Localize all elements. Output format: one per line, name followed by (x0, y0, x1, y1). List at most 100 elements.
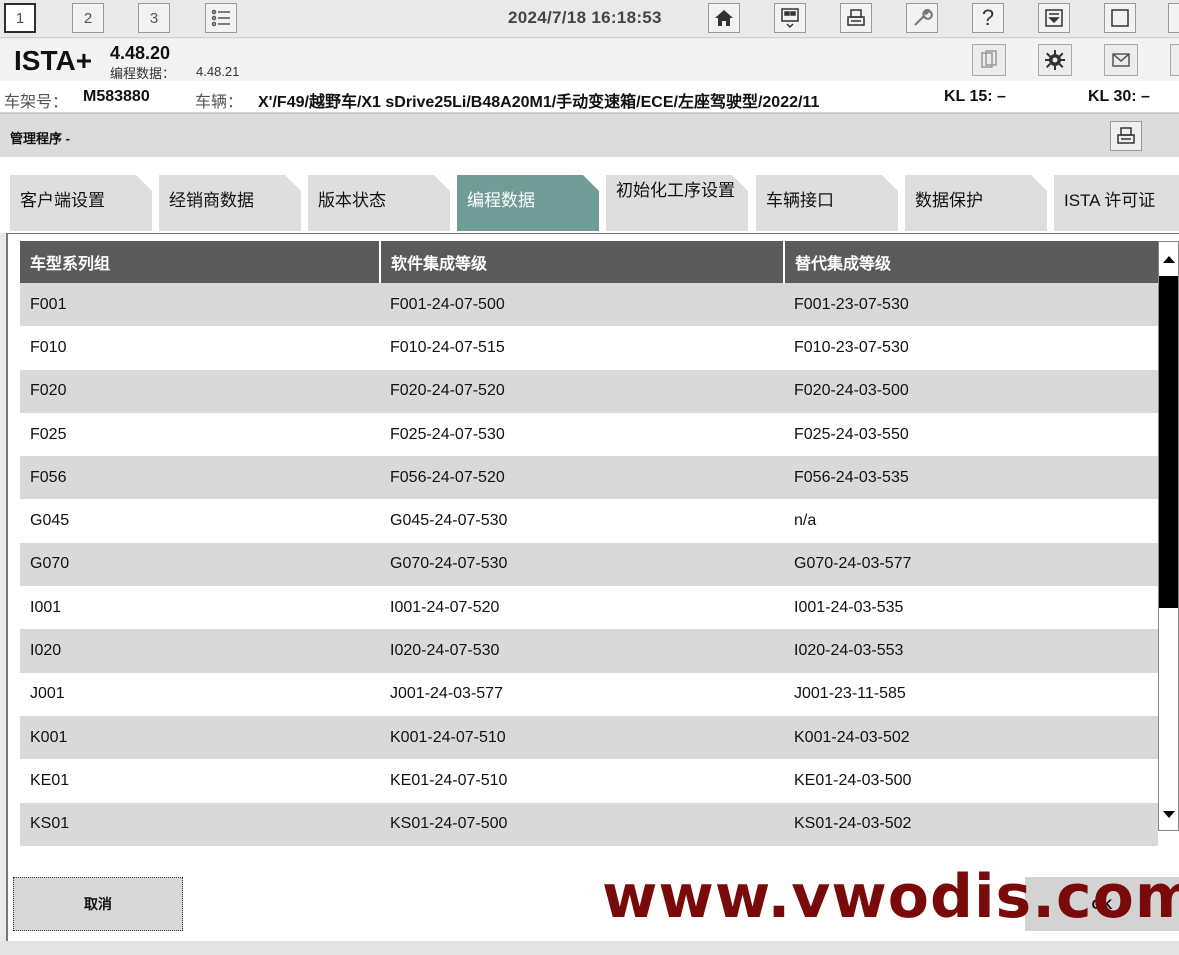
window-2-button[interactable]: 2 (72, 3, 104, 33)
cell-software-level: I020-24-07-530 (380, 629, 784, 673)
cell-series-group: KS01 (20, 802, 380, 846)
cell-replacement-level: G070-24-03-577 (784, 542, 1158, 587)
datetime: 2024/7/18 16:18:53 (508, 8, 662, 27)
cell-replacement-level: KS01-24-03-502 (784, 802, 1158, 846)
maximize-button[interactable] (1104, 3, 1136, 33)
top-toolbar: 1 2 3 2024/7/18 16:18:53 ? (0, 0, 1179, 38)
cell-replacement-level: n/a (784, 499, 1158, 543)
triangle-down-icon (1162, 811, 1175, 818)
programming-data-version: 4.48.21 (196, 64, 240, 79)
window-1-button[interactable]: 1 (4, 3, 36, 33)
column-header-replacement-level[interactable]: 替代集成等级 (784, 241, 1158, 283)
vehicle-description: X'/F49/越野车/X1 sDrive25Li/B48A20M1/手动变速箱/… (258, 94, 820, 111)
table-row[interactable]: K001 K001-24-07-510 K001-24-03-502 (20, 715, 1158, 760)
kl15-status: KL 15: – (944, 88, 1006, 105)
cell-series-group: KE01 (20, 759, 380, 803)
table-row[interactable]: KS01 KS01-24-07-500 KS01-24-03-502 (20, 802, 1158, 846)
cancel-button[interactable]: 取消 (13, 877, 183, 931)
window-3-button[interactable]: 3 (138, 3, 170, 33)
table-scrollbar[interactable] (1158, 241, 1179, 831)
scroll-down-button[interactable] (1159, 800, 1178, 830)
kl30-status: KL 30: – (1088, 88, 1150, 105)
cell-series-group: I020 (20, 629, 380, 673)
table-row[interactable]: F056 F056-24-07-520 F056-24-03-535 (20, 456, 1158, 500)
cell-series-group: J001 (20, 672, 380, 716)
minimize-icon (1045, 9, 1063, 27)
window-1-label: 1 (15, 9, 25, 27)
list-icon (211, 9, 230, 27)
cell-replacement-level: KE01-24-03-500 (784, 759, 1158, 803)
tab-programming-data[interactable]: 编程数据 (457, 175, 599, 231)
cell-software-level: F001-24-07-500 (380, 283, 784, 327)
vehicle-info-icon (781, 8, 799, 29)
cell-software-level: I001-24-07-520 (380, 586, 784, 630)
table-row[interactable]: F025 F025-24-07-530 F025-24-03-550 (20, 412, 1158, 457)
cell-software-level: F056-24-07-520 (380, 456, 784, 500)
table-row[interactable]: J001 J001-24-03-577 J001-23-11-585 (20, 672, 1158, 716)
tab-initialization-settings[interactable]: 初始化工序设置 (606, 175, 748, 231)
table-row[interactable]: F020 F020-24-07-520 F020-24-03-500 (20, 369, 1158, 413)
print-top-button[interactable] (840, 3, 872, 33)
tab-client-settings[interactable]: 客户端设置 (10, 175, 152, 231)
tab-data-protection[interactable]: 数据保护 (905, 175, 1047, 231)
cell-series-group: I001 (20, 586, 380, 630)
integration-level-table: 车型系列组 软件集成等级 替代集成等级 F001 F001-24-07-500 F0… (20, 241, 1158, 846)
home-button[interactable] (708, 3, 740, 33)
cell-replacement-level: F001-23-07-530 (784, 283, 1158, 327)
close-button[interactable] (1168, 3, 1179, 33)
tab-dealer-data[interactable]: 经销商数据 (159, 175, 301, 231)
table-body: F001 F001-24-07-500 F001-23-07-530 F010 F010… (20, 283, 1158, 846)
cell-software-level: F020-24-07-520 (380, 369, 784, 413)
table-row[interactable]: G045 G045-24-07-530 n/a (20, 499, 1158, 543)
clipboard-button[interactable] (972, 44, 1006, 76)
home-icon (715, 10, 733, 26)
cell-replacement-level: K001-24-03-502 (784, 715, 1158, 760)
scroll-up-button[interactable] (1159, 242, 1178, 276)
maximize-icon (1111, 9, 1129, 27)
service-button[interactable] (906, 3, 938, 33)
cell-series-group: F001 (20, 283, 380, 327)
cell-series-group: F025 (20, 412, 380, 457)
cell-series-group: K001 (20, 715, 380, 760)
vin-value: M583880 (83, 88, 150, 105)
vehicle-label: 车辆： (195, 94, 244, 111)
app-version: 4.48.20 (110, 43, 171, 63)
programming-data-panel: 车型系列组 软件集成等级 替代集成等级 F001 F001-24-07-500 F0… (6, 233, 1179, 941)
cell-series-group: F056 (20, 456, 380, 500)
column-header-series-group[interactable]: 车型系列组 (20, 241, 381, 283)
cell-software-level: K001-24-07-510 (380, 715, 784, 760)
bottom-strip (0, 941, 1179, 955)
table-row[interactable]: F001 F001-24-07-500 F001-23-07-530 (20, 283, 1158, 327)
window-3-label: 3 (149, 9, 159, 27)
table-row[interactable]: I001 I001-24-07-520 I001-24-03-535 (20, 586, 1158, 630)
column-header-software-level[interactable]: 软件集成等级 (380, 241, 785, 283)
table-row[interactable]: G070 G070-24-07-530 G070-24-03-577 (20, 542, 1158, 587)
gear-icon (1045, 50, 1065, 70)
cell-software-level: G045-24-07-530 (380, 499, 784, 543)
tab-ista-license[interactable]: ISTA 许可证 (1054, 175, 1179, 231)
table-row[interactable]: I020 I020-24-07-530 I020-24-03-553 (20, 629, 1158, 673)
table-row[interactable]: KE01 KE01-24-07-510 KE01-24-03-500 (20, 759, 1158, 803)
tab-version-status[interactable]: 版本状态 (308, 175, 450, 231)
cell-replacement-level: I001-24-03-535 (784, 586, 1158, 630)
vehicle-info-button[interactable] (774, 3, 806, 33)
tab-bar: 客户端设置 经销商数据 版本状态 编程数据 初始化工序设置 车辆接口 数据保护 … (0, 157, 1179, 233)
cell-software-level: G070-24-07-530 (380, 542, 784, 587)
list-button[interactable] (205, 3, 237, 33)
cell-replacement-level: J001-23-11-585 (784, 672, 1158, 716)
table-row[interactable]: F010 F010-24-07-515 F010-23-07-530 (20, 326, 1158, 370)
help-button[interactable]: ? (972, 3, 1004, 33)
print-button[interactable] (1110, 121, 1142, 151)
app-bar: ISTA+ 4.48.20 编程数据： 4.48.21 (0, 39, 1179, 81)
cell-series-group: F020 (20, 369, 380, 413)
settings-button[interactable] (1038, 44, 1072, 76)
extra-button[interactable] (1170, 44, 1179, 76)
watermark: www.vwodis.com (602, 862, 1179, 932)
programming-data-label: 编程数据： (110, 66, 176, 81)
minimize-button[interactable] (1038, 3, 1070, 33)
tab-vehicle-interface[interactable]: 车辆接口 (756, 175, 898, 231)
cell-software-level: F025-24-07-530 (380, 412, 784, 457)
cell-software-level: J001-24-03-577 (380, 672, 784, 716)
vehicle-info-bar: 车架号： M583880 车辆： X'/F49/越野车/X1 sDrive25L… (0, 81, 1179, 113)
messages-button[interactable] (1104, 44, 1138, 76)
